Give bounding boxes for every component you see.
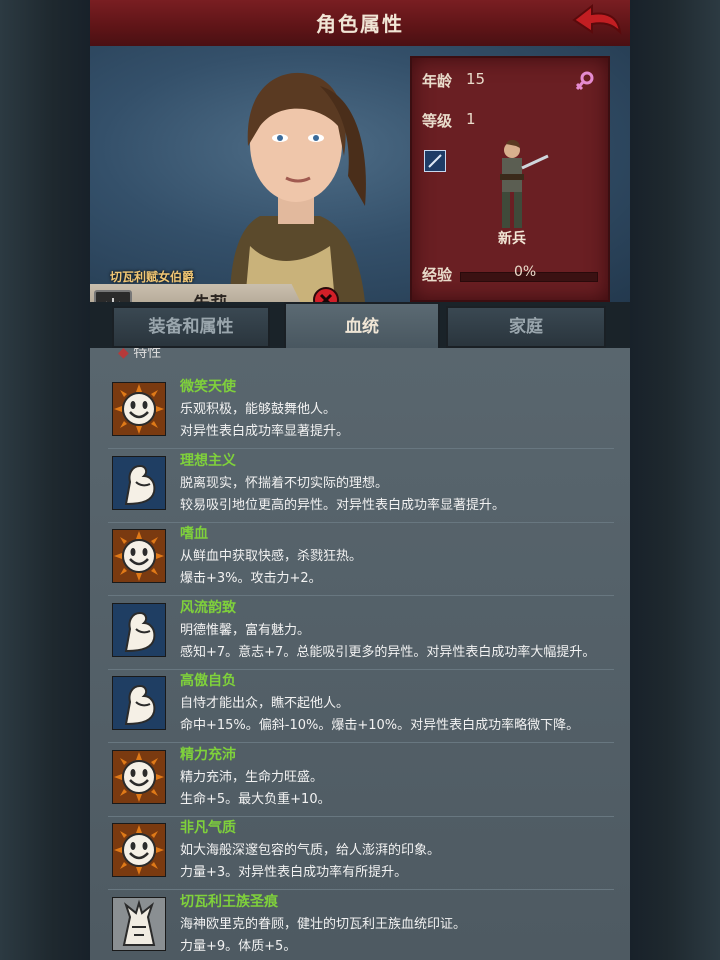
trait-row[interactable]: 风流韵致明德惟馨，富有魅力。感知+7。意志+7。总能吸引更多的异性。对异性表白成… <box>108 597 614 670</box>
trait-description-line: 爆击+3%。攻击力+2。 <box>180 571 322 586</box>
trait-description-line: 乐观积极，能够鼓舞他人。 <box>180 402 337 417</box>
trait-row[interactable]: 嗜血从鲜血中获取快感，杀戮狂热。 爆击+3%。攻击力+2。 <box>108 523 614 596</box>
trait-name: 非凡气质 <box>180 820 236 836</box>
tab-equipment-attributes[interactable]: 装备和属性 <box>112 306 270 348</box>
trait-description-line: 明德惟馨，富有魅力。 <box>180 622 311 638</box>
section-header-traits: ◆ 特性 <box>118 348 161 362</box>
tab-bar: 装备和属性 血统 家庭 <box>90 302 630 352</box>
exp-percent: 0% <box>514 264 537 280</box>
trait-description-line: 力量+3。对异性表白成功率有所提升。 <box>180 865 408 880</box>
smile-face-icon <box>111 381 167 437</box>
trait-row[interactable]: 理想主义脱离现实，怀揣着不切实际的理想。较易吸引地位更高的异性。对异性表白成功率… <box>108 450 614 523</box>
back-arrow-icon[interactable] <box>570 2 624 42</box>
flexed-arm-icon <box>111 454 167 511</box>
trait-row[interactable]: 精力充沛精力充沛，生命力旺盛。 生命+5。最大负重+10。 <box>108 744 614 817</box>
trait-name: 微笑天使 <box>180 379 236 395</box>
trait-description-line: 精力充沛，生命力旺盛。 <box>180 769 324 785</box>
page-title: 角色属性 <box>316 12 404 36</box>
tab-family[interactable]: 家庭 <box>446 306 606 348</box>
trait-description-line: 海神欧里克的眷顾，健壮的切瓦利王族血统印证。 <box>180 916 467 932</box>
right-backdrop <box>630 0 720 960</box>
unit-class-name: 新兵 <box>498 231 526 247</box>
sword-class-icon[interactable] <box>424 150 446 172</box>
trait-name: 切瓦利王族圣痕 <box>180 893 278 910</box>
smile-face-icon <box>111 748 167 805</box>
noble-title: 切瓦利赋女伯爵 <box>110 270 195 284</box>
trait-description-line: 命中+15%。偏斜-10%。爆击+10%。对异性表白成功率略微下降。 <box>180 718 580 733</box>
trait-name: 高傲自负 <box>180 673 236 689</box>
trait-name: 理想主义 <box>180 452 236 469</box>
trait-name: 风流韵致 <box>180 599 236 616</box>
trait-description-line: 感知+7。意志+7。总能吸引更多的异性。对异性表白成功率大幅提升。 <box>180 644 596 660</box>
trait-description-line: 生命+5。最大负重+10。 <box>180 791 331 807</box>
left-backdrop <box>0 0 90 960</box>
character-info-card: 年龄 15 等级 1 新兵 经验 0% <box>410 56 610 302</box>
age-value: 15 <box>466 70 486 88</box>
title-bar: 角色属性 <box>90 0 630 48</box>
trait-row[interactable]: 切瓦利王族圣痕海神欧里克的眷顾，健壮的切瓦利王族血统印证。 力量+9。体质+5。 <box>108 891 614 960</box>
trait-description-line: 如大海般深邃包容的气质，给人澎湃的印象。 <box>180 843 441 858</box>
character-panel: 角色属性 年龄 15 等级 1 新兵 经验 0% 切瓦利赋女伯爵 装备和属性 血… <box>90 0 630 960</box>
level-label: 等级 <box>422 112 453 130</box>
trait-description-line: 力量+9。体质+5。 <box>180 938 297 954</box>
smile-face-icon <box>111 528 167 584</box>
flexed-arm-icon <box>111 675 167 731</box>
smile-face-icon <box>111 822 167 878</box>
trait-row[interactable]: 高傲自负自恃才能出众，瞧不起他人。命中+15%。偏斜-10%。爆击+10%。对异… <box>108 670 614 743</box>
age-label: 年龄 <box>422 72 453 90</box>
trait-description-line: 脱离现实，怀揣着不切实际的理想。 <box>180 475 389 491</box>
level-value: 1 <box>466 110 476 128</box>
trait-description-line: 对异性表白成功率显著提升。 <box>180 424 350 439</box>
section-title: 特性 <box>133 348 162 361</box>
tab-bloodline[interactable]: 血统 <box>284 302 440 352</box>
trait-row[interactable]: 微笑天使乐观积极，能够鼓舞他人。 对异性表白成功率显著提升。 <box>108 376 614 449</box>
trait-row[interactable]: 非凡气质如大海般深邃包容的气质，给人澎湃的印象。 力量+3。对异性表白成功率有所提… <box>108 817 614 890</box>
trait-description-line: 较易吸引地位更高的异性。对异性表白成功率显著提升。 <box>180 497 506 513</box>
trait-name: 精力充沛 <box>180 746 236 763</box>
trait-name: 嗜血 <box>180 526 208 542</box>
character-portrait <box>230 72 366 302</box>
flexed-arm-icon <box>111 601 167 658</box>
royal-mark-icon <box>111 895 167 952</box>
trait-description-line: 从鲜血中获取快感，杀戮狂热。 <box>180 549 363 564</box>
diamond-icon: ◆ <box>118 348 129 361</box>
female-symbol-icon <box>575 71 594 91</box>
trait-list[interactable]: ◆ 特性 微笑天使乐观积极，能够鼓舞他人。 对异性表白成功率显著提升。 理想主义脱离… <box>90 348 630 960</box>
trait-description-line: 自恃才能出众，瞧不起他人。 <box>180 696 350 711</box>
character-header: 年龄 15 等级 1 新兵 经验 0% 切瓦利赋女伯爵 <box>90 46 630 344</box>
exp-label: 经验 <box>422 266 453 284</box>
